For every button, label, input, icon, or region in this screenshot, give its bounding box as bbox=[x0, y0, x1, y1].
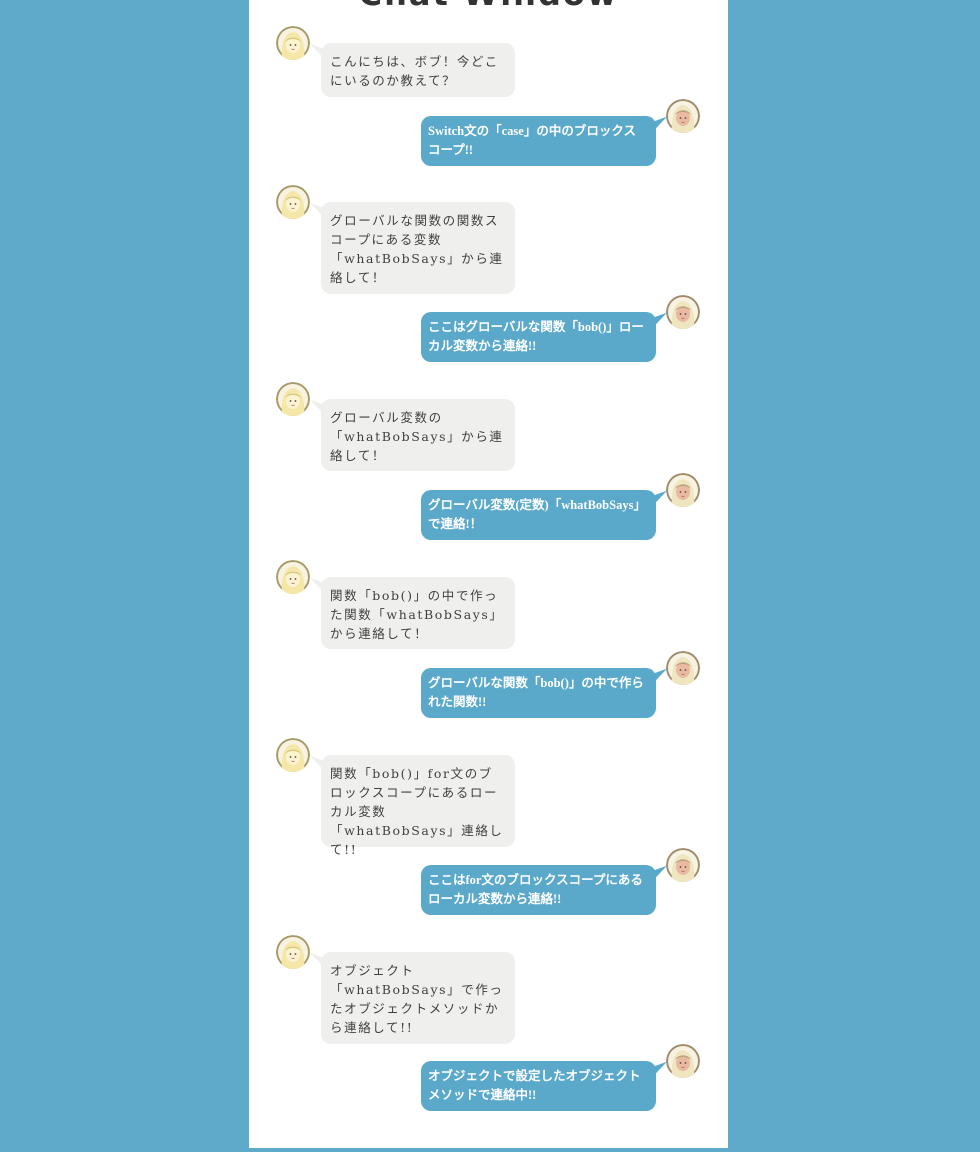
bob-avatar-icon bbox=[666, 295, 700, 329]
message-bubble-sent: ここはグローバルな関数「bob()」ローカル変数から連絡!! bbox=[421, 312, 656, 362]
message-bubble-received: グローバル変数の「whatBobSays」から連絡して！ bbox=[321, 399, 515, 471]
message-text: ここはグローバルな関数「bob()」ローカル変数から連絡!! bbox=[428, 320, 644, 353]
bob-avatar-icon bbox=[666, 473, 700, 507]
message-text: こんにちは、ボブ！今どこにいるのか教えて？ bbox=[330, 54, 499, 88]
alice-avatar-icon bbox=[276, 26, 310, 60]
window-title: Chat Window bbox=[249, 0, 728, 10]
message-bubble-received: オブジェクト「whatBobSays」で作ったオブジェクトメソッドから連絡して!… bbox=[321, 952, 515, 1044]
message-text: オブジェクト「whatBobSays」で作ったオブジェクトメソッドから連絡して!… bbox=[330, 963, 504, 1035]
bob-avatar-icon bbox=[666, 1044, 700, 1078]
message-bubble-received: グローバルな関数の関数スコープにある変数「whatBobSays」から連絡して！ bbox=[321, 202, 515, 294]
message-bubble-received: 関数「bob()」for文のブロックスコープにあるローカル変数「whatBobS… bbox=[321, 755, 515, 857]
message-bubble-sent: Switch文の「case」の中のブロックスコープ!! bbox=[421, 116, 656, 166]
alice-avatar-icon bbox=[276, 935, 310, 969]
message-text: グローバルな関数「bob()」の中で作られた関数!! bbox=[428, 676, 644, 709]
message-bubble-received: こんにちは、ボブ！今どこにいるのか教えて？ bbox=[321, 43, 515, 97]
message-text: ここはfor文のブロックスコープにあるローカル変数から連絡!! bbox=[428, 873, 643, 906]
message-text: 関数「bob()」の中で作った関数「whatBobSays」から連絡して！ bbox=[330, 588, 504, 641]
bob-avatar-icon bbox=[666, 651, 700, 685]
message-text: グローバル変数の「whatBobSays」から連絡して！ bbox=[330, 410, 504, 463]
message-bubble-sent: ここはfor文のブロックスコープにあるローカル変数から連絡!! bbox=[421, 865, 656, 915]
alice-avatar-icon bbox=[276, 382, 310, 416]
message-text: オブジェクトで設定したオブジェクトメソッドで連絡中!! bbox=[428, 1069, 641, 1102]
alice-avatar-icon bbox=[276, 185, 310, 219]
message-bubble-sent: グローバル変数(定数)「whatBobSays」で連絡!！ bbox=[421, 490, 656, 540]
message-text: 関数「bob()」for文のブロックスコープにあるローカル変数「whatBobS… bbox=[330, 766, 504, 857]
message-text: Switch文の「case」の中のブロックスコープ!! bbox=[428, 124, 636, 157]
message-text: グローバルな関数の関数スコープにある変数「whatBobSays」から連絡して！ bbox=[330, 213, 504, 285]
message-bubble-received: 関数「bob()」の中で作った関数「whatBobSays」から連絡して！ bbox=[321, 577, 515, 649]
alice-avatar-icon bbox=[276, 560, 310, 594]
bob-avatar-icon bbox=[666, 848, 700, 882]
bob-avatar-icon bbox=[666, 99, 700, 133]
chat-window: Chat Window こんにちは、ボブ！今どこにいるのか教えて？ Switch… bbox=[249, 0, 728, 1148]
message-text: グローバル変数(定数)「whatBobSays」で連絡!！ bbox=[428, 498, 646, 531]
message-bubble-sent: オブジェクトで設定したオブジェクトメソッドで連絡中!! bbox=[421, 1061, 656, 1111]
alice-avatar-icon bbox=[276, 738, 310, 772]
message-bubble-sent: グローバルな関数「bob()」の中で作られた関数!! bbox=[421, 668, 656, 718]
